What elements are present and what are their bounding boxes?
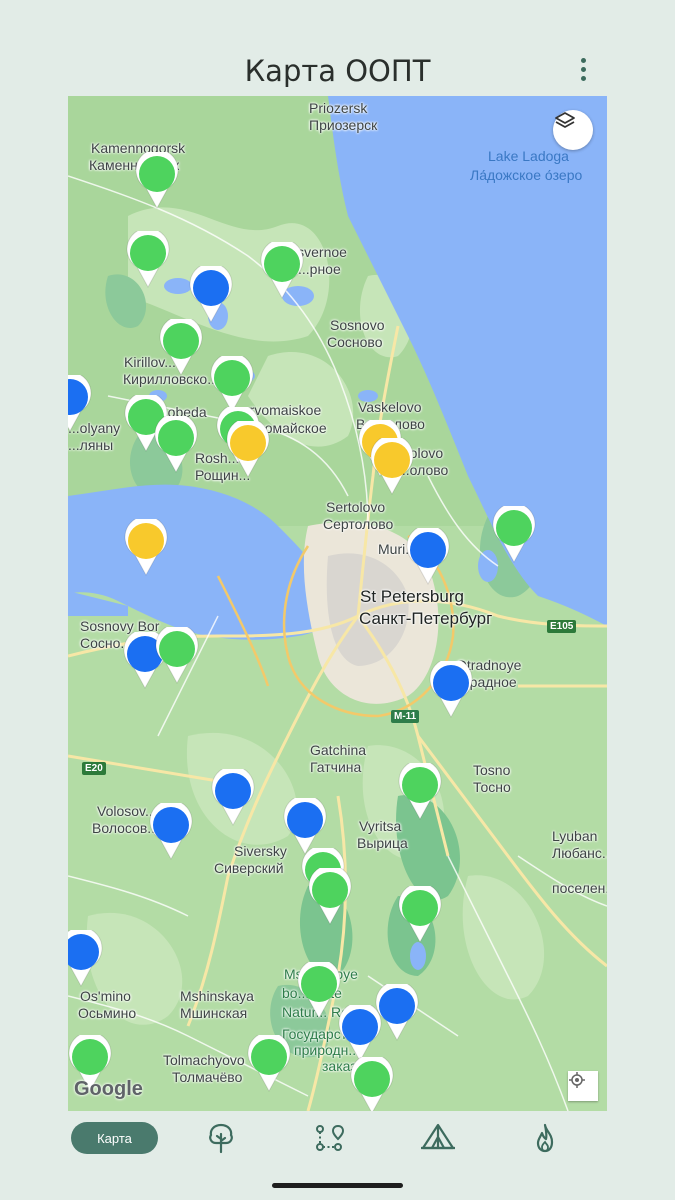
nav-tab-fire[interactable] <box>528 1122 562 1154</box>
label-osmino-en: Os'mino <box>80 988 131 1004</box>
label-priozersk-ru: Приозерск <box>309 117 378 133</box>
layers-button[interactable] <box>553 110 593 150</box>
more-vert-icon[interactable] <box>570 58 596 88</box>
map-view[interactable]: Priozersk Приозерск Kamennogorsk Каменно… <box>68 96 607 1111</box>
label-siversky-ru: Сиверский <box>214 860 284 876</box>
map-marker-blue[interactable] <box>337 1005 383 1063</box>
gesture-handle <box>272 1183 403 1188</box>
map-marker-yellow[interactable] <box>123 519 169 577</box>
map-marker-blue[interactable] <box>210 769 256 827</box>
label-vaskelovo-en: Vaskelovo <box>358 399 422 415</box>
map-marker-yellow[interactable] <box>225 421 271 479</box>
label-sosnovo-ru: Сосново <box>327 334 383 350</box>
label-gatchina-en: Gatchina <box>310 742 367 758</box>
map-marker-green[interactable] <box>397 886 443 944</box>
map-marker-green[interactable] <box>349 1057 395 1111</box>
map-marker-green[interactable] <box>246 1035 292 1093</box>
label-osmino-ru: Осьмино <box>78 1005 137 1021</box>
map-marker-green[interactable] <box>209 356 255 414</box>
map-marker-green[interactable] <box>259 242 305 300</box>
label-mshinskaya-en: Mshinskaya <box>180 988 254 1004</box>
label-tolmachevo-ru: Толмачёво <box>172 1069 243 1085</box>
map-marker-green[interactable] <box>491 506 537 564</box>
label-gatchina-ru: Гатчина <box>310 759 362 775</box>
map-marker-blue[interactable] <box>68 930 104 988</box>
map-marker-blue[interactable] <box>428 661 474 719</box>
label-lyuban-ru: Любанс... <box>552 845 607 861</box>
nav-tab-map-label: Карта <box>97 1130 132 1146</box>
label-tosno-ru: Тосно <box>473 779 511 795</box>
route-icon <box>316 1124 345 1151</box>
map-marker-green[interactable] <box>307 868 353 926</box>
app-bar: Карта ООПТ <box>0 0 675 96</box>
nav-tab-camping[interactable] <box>418 1122 458 1154</box>
nav-tab-nature[interactable] <box>203 1122 239 1154</box>
map-marker-green[interactable] <box>153 416 199 474</box>
label-tolmachevo-en: Tolmachyovo <box>163 1052 245 1068</box>
map-marker-green[interactable] <box>125 231 171 289</box>
nav-tab-routes[interactable] <box>311 1122 347 1154</box>
map-marker-blue[interactable] <box>68 375 93 433</box>
label-st-petersburg-ru: Санкт-Петербург <box>359 609 493 628</box>
map-marker-yellow[interactable] <box>369 438 415 496</box>
label-tosno-en: Tosno <box>473 762 511 778</box>
map-marker-green[interactable] <box>296 962 342 1020</box>
road-shield-e20: E20 <box>82 762 106 775</box>
label-priozersk-en: Priozersk <box>309 100 368 116</box>
my-location-button[interactable] <box>568 1071 598 1101</box>
label-lyuban-ru2: поселен... <box>552 880 607 896</box>
tree-icon <box>209 1123 233 1154</box>
map-marker-green[interactable] <box>134 152 180 210</box>
label-sertolovo-en: Sertolovo <box>326 499 386 515</box>
label-sosnovo-en: Sosnovo <box>330 317 385 333</box>
label-vyritsa-ru: Вырица <box>357 835 408 851</box>
label-siversky-en: Siversky <box>234 843 287 859</box>
label-lake-ladoga-en: Lake Ladoga <box>488 148 569 164</box>
label-st-petersburg-en: St Petersburg <box>360 587 464 606</box>
label-lyuban-en: Lyuban <box>552 828 598 844</box>
map-marker-green[interactable] <box>154 627 200 685</box>
map-marker-blue[interactable] <box>405 528 451 586</box>
layers-icon <box>555 112 575 128</box>
my-location-icon <box>569 1072 585 1088</box>
road-shield-m11: M-11 <box>391 710 420 723</box>
label-mshinskaya-ru: Мшинская <box>180 1005 248 1021</box>
road-shield-e105: E105 <box>547 620 577 633</box>
map-marker-blue[interactable] <box>148 803 194 861</box>
map-marker-green[interactable] <box>397 763 443 821</box>
fire-icon <box>536 1123 554 1153</box>
nav-tab-map[interactable]: Карта <box>71 1122 158 1154</box>
map-marker-blue[interactable] <box>188 266 234 324</box>
label-polyany-ru: ...ляны <box>68 437 114 453</box>
google-logo: Google <box>74 1078 143 1100</box>
label-vyritsa-en: Vyritsa <box>359 818 402 834</box>
label-sertolovo-ru: Сертолово <box>323 516 394 532</box>
label-lake-ladoga-ru: Ла́дожское о́зеро <box>470 167 583 183</box>
tent-icon <box>421 1123 455 1150</box>
map-marker-green[interactable] <box>158 319 204 377</box>
